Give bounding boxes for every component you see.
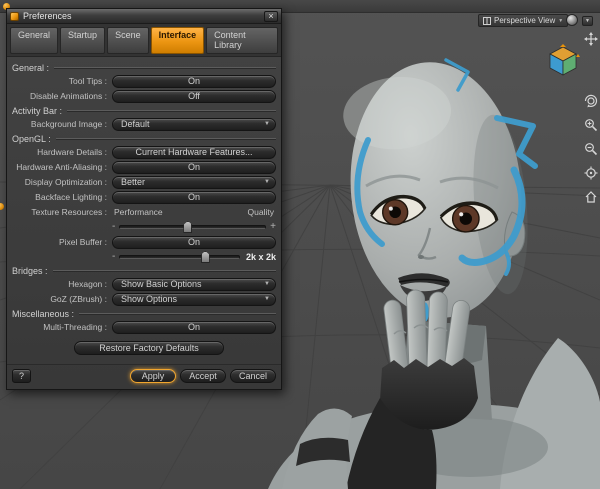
hexagon-label: Hexagon : <box>68 279 107 289</box>
pane-icon <box>483 16 491 25</box>
hardware-anti-aliasing-label: Hardware Anti-Aliasing : <box>16 162 107 172</box>
restore-row: Restore Factory Defaults <box>12 341 276 355</box>
display-optimization-label: Display Optimization : <box>24 177 107 187</box>
view-cube[interactable] <box>546 44 580 78</box>
row-backface-lighting: Backface Lighting : On <box>12 190 276 204</box>
plus-icon: + <box>270 221 276 232</box>
restore-factory-defaults-button[interactable]: Restore Factory Defaults <box>74 341 224 355</box>
display-optimization-dropdown[interactable]: Better ▼ <box>112 175 276 189</box>
pixel-buffer-slider-handle[interactable] <box>200 251 210 263</box>
hardware-anti-aliasing-toggle[interactable]: On <box>112 160 276 174</box>
backface-lighting-toggle[interactable]: On <box>112 190 276 204</box>
accept-button[interactable]: Accept <box>180 369 226 383</box>
tool-tips-label: Tool Tips : <box>68 76 107 86</box>
tool-tips-toggle[interactable]: On <box>112 74 276 88</box>
texture-resources-label: Texture Resources : <box>31 207 107 217</box>
row-texture-resources: Texture Resources : Performance Quality <box>12 205 276 219</box>
help-button[interactable]: ? <box>12 369 31 383</box>
tab-startup[interactable]: Startup <box>60 27 106 54</box>
section-miscellaneous: Miscellaneous : <box>12 309 276 319</box>
goz-label: GoZ (ZBrush) : <box>50 294 107 304</box>
close-icon[interactable]: × <box>264 10 278 22</box>
interface-tab-panel: General : Tool Tips : On Disable Animati… <box>7 57 281 361</box>
minus-icon: - <box>112 221 116 232</box>
background-image-dropdown[interactable]: Default ▼ <box>112 117 276 131</box>
hexagon-dropdown[interactable]: Show Basic Options ▼ <box>112 277 276 291</box>
texture-resources-slider-handle[interactable] <box>183 221 193 233</box>
apply-button[interactable]: Apply <box>130 369 176 383</box>
row-hardware-anti-aliasing: Hardware Anti-Aliasing : On <box>12 160 276 174</box>
row-goz: GoZ (ZBrush) : Show Options ▼ <box>12 292 276 306</box>
chevron-down-icon: ▼ <box>264 179 270 185</box>
dialog-title: Preferences <box>23 11 72 21</box>
minus-icon: - <box>112 251 116 262</box>
aim-icon[interactable] <box>584 166 598 180</box>
cancel-button[interactable]: Cancel <box>230 369 276 383</box>
zoom-in-icon[interactable] <box>584 118 598 132</box>
disable-animations-toggle[interactable]: Off <box>112 89 276 103</box>
tab-scene[interactable]: Scene <box>107 27 149 54</box>
row-multi-threading: Multi-Threading : On <box>12 320 276 334</box>
row-pixel-buffer: Pixel Buffer : On <box>12 235 276 249</box>
chevron-down-icon: ▼ <box>264 296 270 302</box>
chevron-down-icon: ▼ <box>558 17 564 24</box>
app-window: Perspective View ▼ ▼ Preferences × Gener… <box>0 0 600 489</box>
backface-lighting-label: Backface Lighting : <box>35 192 107 202</box>
texture-resources-max-label: Quality <box>247 207 274 217</box>
multi-threading-label: Multi-Threading : <box>43 322 107 332</box>
row-hardware-details: Hardware Details : Current Hardware Feat… <box>12 145 276 159</box>
preferences-dialog: Preferences × General Startup Scene Inte… <box>6 8 282 390</box>
section-opengl: OpenGL : <box>12 134 276 144</box>
chevron-down-icon: ▼ <box>264 281 270 287</box>
background-image-label: Background Image : <box>30 119 107 129</box>
camera-selector-label: Perspective View <box>494 16 556 25</box>
zoom-out-icon[interactable] <box>584 142 598 156</box>
texture-resources-slider[interactable] <box>119 221 267 233</box>
hardware-details-label: Hardware Details : <box>37 147 107 157</box>
preferences-tabbar: General Startup Scene Interface Content … <box>7 24 281 57</box>
section-bridges: Bridges : <box>12 266 276 276</box>
home-icon[interactable] <box>584 190 598 204</box>
texture-resources-slider-row: - + <box>12 221 276 233</box>
tab-content-library[interactable]: Content Library <box>206 27 278 54</box>
multi-threading-toggle[interactable]: On <box>112 320 276 334</box>
section-general: General : <box>12 63 276 73</box>
tab-interface[interactable]: Interface <box>150 27 205 54</box>
goz-dropdown[interactable]: Show Options ▼ <box>112 292 276 306</box>
viewport-options-icon[interactable]: ▼ <box>582 16 593 26</box>
row-hexagon: Hexagon : Show Basic Options ▼ <box>12 277 276 291</box>
row-display-optimization: Display Optimization : Better ▼ <box>12 175 276 189</box>
draw-style-icon[interactable] <box>566 14 578 26</box>
pan-icon[interactable] <box>584 32 598 46</box>
hardware-features-button[interactable]: Current Hardware Features... <box>112 145 276 159</box>
texture-resources-min-label: Performance <box>114 207 163 217</box>
orbit-icon[interactable] <box>584 94 598 108</box>
chevron-down-icon: ▼ <box>264 121 270 127</box>
preferences-icon <box>10 11 19 21</box>
pixel-buffer-slider[interactable] <box>119 251 240 263</box>
pixel-buffer-slider-row: - 2k x 2k <box>12 251 276 263</box>
section-activity-bar: Activity Bar : <box>12 106 276 116</box>
row-background-image: Background Image : Default ▼ <box>12 117 276 131</box>
pixel-buffer-size-label: 2k x 2k <box>245 252 276 262</box>
row-tool-tips: Tool Tips : On <box>12 74 276 88</box>
dialog-titlebar[interactable]: Preferences × <box>7 9 281 24</box>
row-disable-animations: Disable Animations : Off <box>12 89 276 103</box>
camera-selector[interactable]: Perspective View ▼ <box>478 14 569 27</box>
pixel-buffer-label: Pixel Buffer : <box>58 237 107 247</box>
viewport-toolbar <box>584 32 598 204</box>
dialog-bottom-bar: ? Apply Accept Cancel <box>7 364 281 389</box>
tab-general[interactable]: General <box>10 27 59 54</box>
disable-animations-label: Disable Animations : <box>29 91 107 101</box>
pixel-buffer-toggle[interactable]: On <box>112 235 276 249</box>
